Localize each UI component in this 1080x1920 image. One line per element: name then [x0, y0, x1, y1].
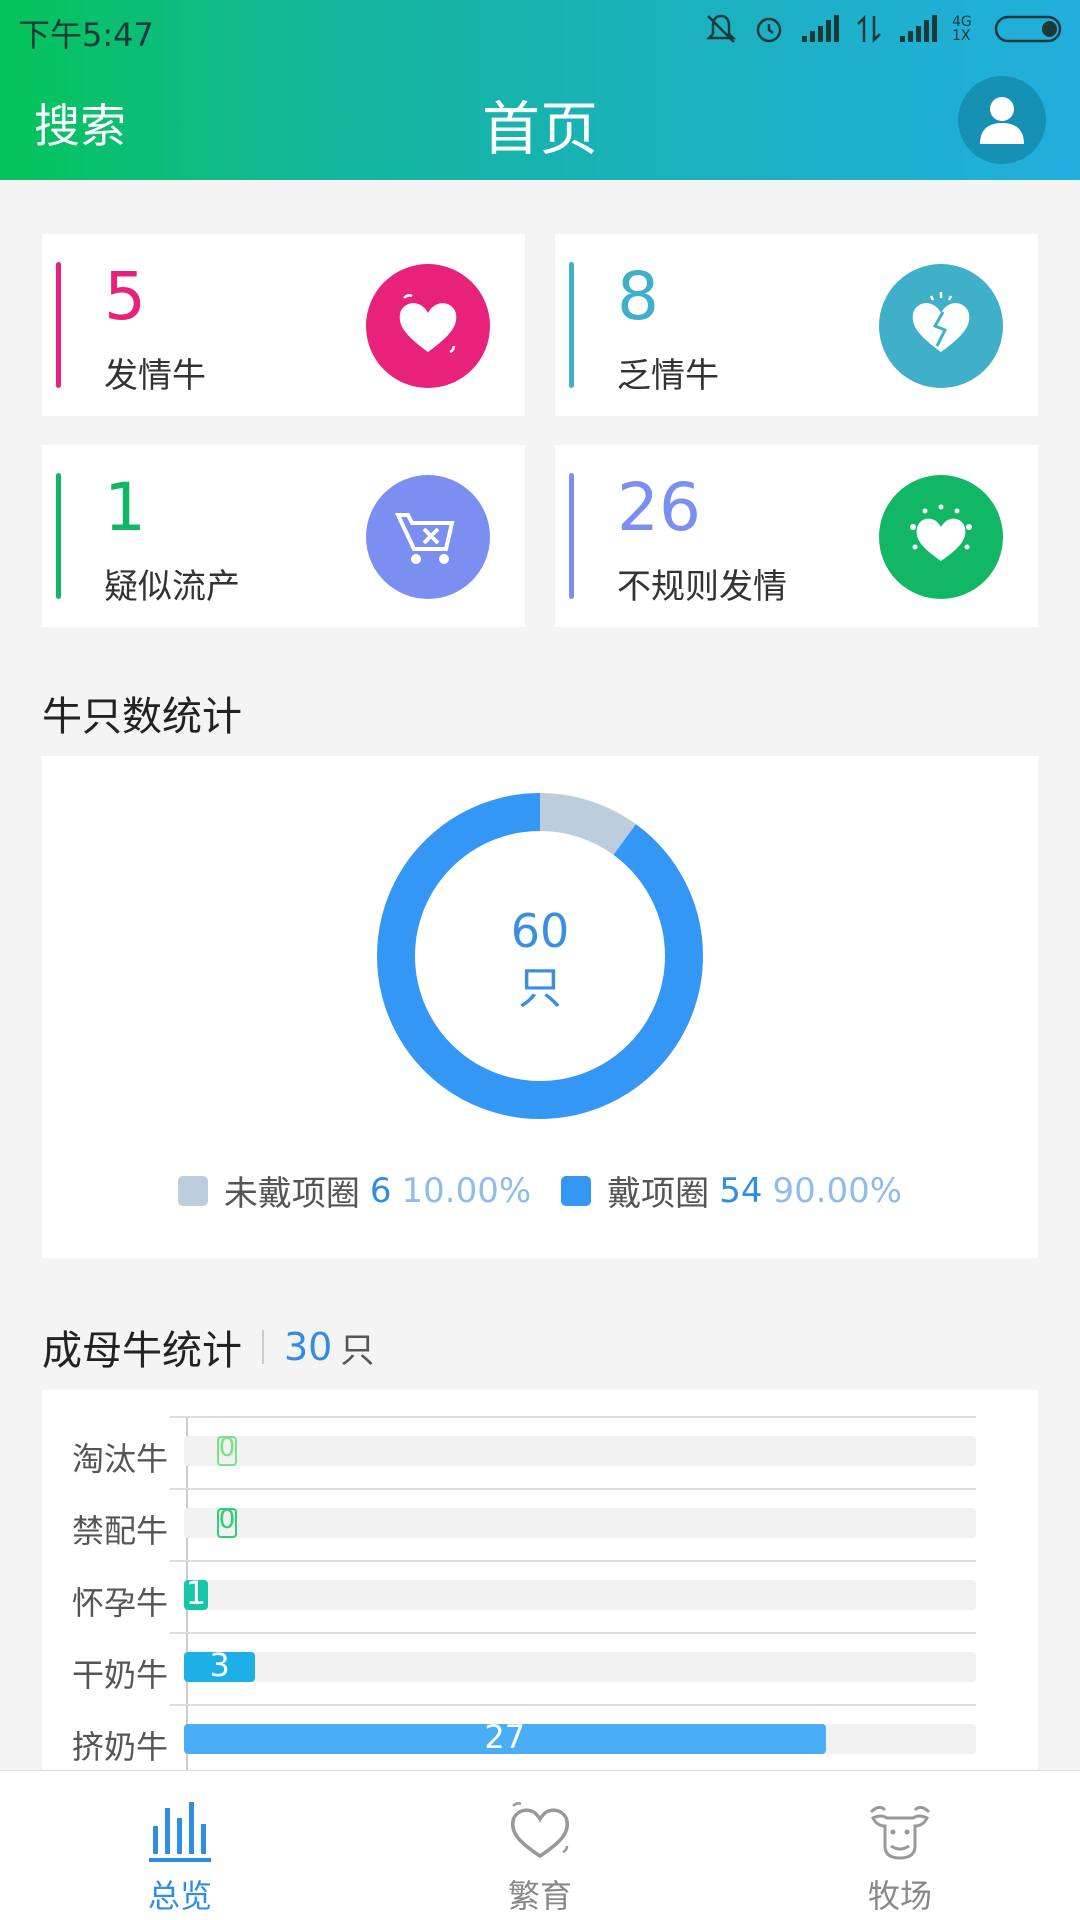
avatar[interactable] — [958, 76, 1046, 164]
bar-value-label: 0 — [218, 1433, 236, 1463]
bar-track — [184, 1508, 976, 1538]
tab-ranch[interactable]: 牧场 — [800, 1771, 1000, 1920]
cow-bar-chart: 淘汰牛 0 禁配牛 0 怀孕牛 1 干奶牛 3 挤奶牛 27 — [42, 1390, 1038, 1770]
legend-count: 6 — [369, 1170, 392, 1211]
bar-category-label: 禁配牛 — [72, 1512, 169, 1550]
section-header-cows: 成母牛统计 30 只 — [42, 1318, 374, 1376]
stat-card-anestrus[interactable]: 8 乏情牛 — [555, 234, 1038, 416]
bar-category-label: 怀孕牛 — [72, 1584, 169, 1622]
bar-value-label: 1 — [185, 1574, 207, 1612]
status-time: 下午5:47 — [18, 16, 154, 54]
card-label: 发情牛 — [104, 356, 206, 396]
donut-center-value: 60 — [510, 904, 570, 958]
stroller-icon — [394, 513, 455, 564]
bn-icon-wrap — [490, 1791, 590, 1871]
bar-row: 禁配牛 0 — [42, 1488, 1038, 1560]
data-arrows-icon — [857, 14, 881, 44]
page-title: 首页 — [481, 95, 598, 163]
sparkle-heart-icon — [910, 504, 972, 561]
card-icon-circle — [366, 264, 490, 388]
signal-icon — [802, 15, 839, 42]
legend-percent: 90.00% — [772, 1170, 903, 1211]
card-value: 1 — [104, 469, 146, 546]
status-icons: 4G 1X — [704, 12, 1066, 46]
bar-track — [184, 1652, 976, 1682]
signal-2-icon — [900, 15, 937, 42]
chart-bars-icon — [149, 1802, 211, 1862]
card-label: 不规则发情 — [617, 567, 787, 607]
legend-swatch — [561, 1175, 592, 1206]
card-icon-circle — [879, 264, 1003, 388]
bar-row: 怀孕牛 1 — [42, 1560, 1038, 1632]
bn-icon-wrap — [850, 1791, 950, 1871]
card-value: 5 — [104, 258, 146, 335]
mute-bell-icon — [705, 14, 737, 43]
broken-heart-icon — [912, 292, 970, 352]
cow-total-unit: 只 — [340, 1330, 375, 1371]
legend-percent: 10.00% — [401, 1170, 532, 1211]
bn-icon-wrap — [130, 1791, 230, 1871]
tab-overview[interactable]: 总览 — [80, 1771, 280, 1920]
heart-outline-icon — [510, 1802, 570, 1859]
cattle-donut-panel: 60 只 未戴项圈 6 10.00% 戴项圈 54 90.00% — [42, 756, 1038, 1258]
bar-gridline — [170, 1416, 976, 1418]
tab-label: 繁育 — [507, 1877, 572, 1915]
bar-row: 干奶牛 3 — [42, 1632, 1038, 1704]
bar-row: 挤奶牛 27 — [42, 1704, 1038, 1770]
legend-swatch — [177, 1175, 208, 1206]
legend-item: 戴项圈 54 90.00% — [561, 1166, 902, 1215]
battery-icon — [994, 15, 1062, 43]
network-type: 4G 1X — [952, 14, 972, 44]
bar-gridline — [170, 1488, 976, 1490]
card-accent — [569, 473, 574, 599]
legend-label: 戴项圈 — [607, 1174, 710, 1214]
bottom-nav: 总览 繁育 牧场 — [0, 1770, 1080, 1920]
stat-card-estrus[interactable]: 5 发情牛 — [42, 234, 525, 416]
bar-gridline — [170, 1632, 976, 1634]
section-title-cows: 成母牛统计 — [42, 1328, 242, 1374]
card-accent — [56, 473, 61, 599]
card-label: 疑似流产 — [104, 567, 240, 607]
stat-card-suspected-abortion[interactable]: 1 疑似流产 — [42, 445, 525, 627]
bar-category-label: 淘汰牛 — [72, 1440, 169, 1478]
bar-category-label: 挤奶牛 — [72, 1728, 169, 1766]
card-accent — [56, 262, 61, 388]
title-divider — [262, 1330, 264, 1364]
legend-label: 未戴项圈 — [223, 1174, 360, 1214]
bar-value-label: 3 — [209, 1646, 230, 1684]
bar-category-label: 干奶牛 — [72, 1656, 169, 1694]
card-icon-circle — [879, 475, 1003, 599]
card-label: 乏情牛 — [617, 356, 719, 396]
stat-card-irregular-estrus[interactable]: 26 不规则发情 — [555, 445, 1038, 627]
donut-center-unit: 只 — [518, 963, 562, 1014]
cow-icon — [869, 1805, 931, 1860]
alarm-icon — [756, 17, 782, 43]
legend-count: 54 — [719, 1170, 763, 1211]
bar-track — [184, 1580, 976, 1610]
status-bar: 下午5:47 4G 1X — [0, 0, 1080, 60]
legend-item: 未戴项圈 6 10.00% — [177, 1166, 532, 1215]
card-icon-circle — [366, 475, 490, 599]
heart-icon — [399, 294, 457, 354]
user-icon — [980, 97, 1024, 144]
bar-row: 淘汰牛 0 — [42, 1416, 1038, 1488]
section-title-cattle: 牛只数统计 — [42, 694, 242, 740]
card-value: 26 — [617, 469, 701, 546]
donut-legend: 未戴项圈 6 10.00% 戴项圈 54 90.00% — [42, 1166, 1038, 1215]
tab-label: 总览 — [147, 1877, 212, 1915]
bar-gridline — [170, 1704, 976, 1706]
tab-breeding[interactable]: 繁育 — [440, 1771, 640, 1920]
tab-label: 牧场 — [867, 1877, 932, 1915]
bar-value-label: 27 — [484, 1718, 526, 1756]
cow-total: 30 — [284, 1325, 333, 1369]
bar-value-label: 0 — [218, 1505, 236, 1535]
bar-track — [184, 1436, 976, 1466]
bar-gridline — [170, 1560, 976, 1562]
app-header: 下午5:47 4G 1X 搜索 首页 — [0, 0, 1080, 180]
card-value: 8 — [617, 258, 659, 335]
card-accent — [569, 262, 574, 388]
